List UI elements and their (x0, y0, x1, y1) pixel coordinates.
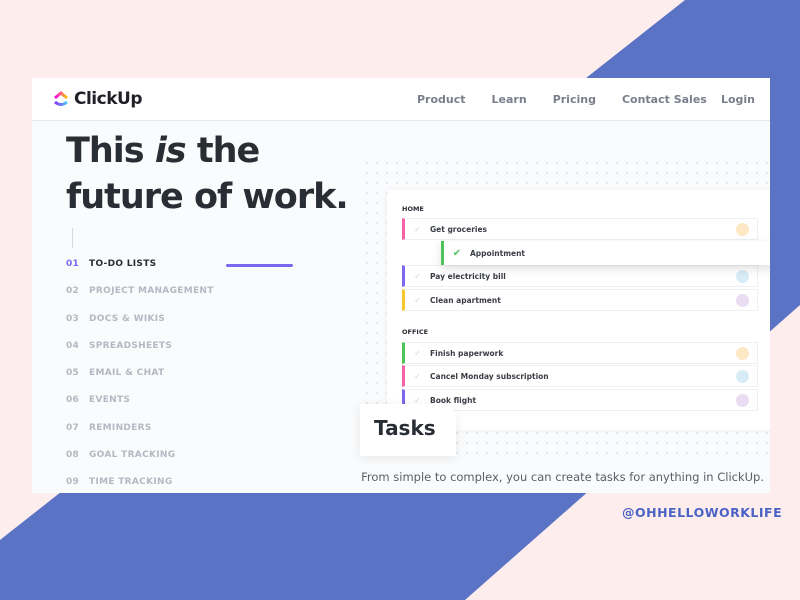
clickup-webpage: ClickUp Product Learn Pricing Contact Sa… (32, 78, 770, 493)
menu-item[interactable]: 09 TIME TRACKING (66, 477, 214, 493)
task-name: Cancel Monday subscription (430, 371, 549, 381)
task-name: Appointment (470, 248, 526, 258)
task-row[interactable]: ✓ Pay electricity bill (402, 265, 758, 287)
brand-name: ClickUp (74, 89, 143, 109)
menu-label: GOAL TRACKING (89, 450, 176, 461)
check-icon[interactable]: ✓ (405, 349, 430, 358)
task-row[interactable]: ✓ Get groceries (402, 218, 758, 240)
menu-label: SPREADSHEETS (89, 340, 173, 351)
hero-text: the (185, 131, 260, 171)
menu-label: EVENTS (89, 395, 131, 406)
check-icon[interactable]: ✓ (405, 272, 430, 281)
avatar (736, 269, 749, 283)
logo[interactable]: ClickUp (52, 89, 143, 109)
section-office: OFFICE (402, 328, 429, 336)
check-icon[interactable]: ✓ (405, 225, 430, 234)
nav-product[interactable]: Product (417, 93, 466, 106)
menu-label: TIME TRACKING (89, 477, 173, 488)
feature-caption: From simple to complex, you can create t… (361, 470, 764, 484)
avatar (736, 222, 749, 236)
menu-item[interactable]: 04 SPREADSHEETS (66, 341, 214, 368)
task-list: HOME OFFICE ✓ Get groceries ✓ Pay electrici… (387, 190, 770, 430)
menu-label: DOCS & WIKIS (89, 313, 166, 324)
menu-label: REMINDERS (89, 422, 152, 433)
avatar (736, 393, 749, 407)
menu-item[interactable]: 08 GOAL TRACKING (66, 450, 214, 477)
menu-number: 05 (66, 368, 80, 379)
avatar (736, 293, 749, 307)
dragged-task[interactable]: ✔ Appointment (441, 241, 770, 265)
menu-number: 09 (66, 477, 80, 488)
task-row[interactable]: ✓ Book flight (402, 389, 758, 411)
task-name: Clean apartment (430, 295, 501, 305)
nav-contact-sales[interactable]: Contact Sales (622, 93, 707, 106)
login-link[interactable]: Login (721, 93, 755, 106)
menu-label: EMAIL & CHAT (89, 368, 165, 379)
divider (72, 228, 73, 248)
menu-item[interactable]: 02 PROJECT MANAGEMENT (66, 286, 214, 313)
avatar (736, 369, 749, 383)
menu-number: 02 (66, 286, 80, 297)
clickup-logo-icon (54, 91, 68, 106)
avatar (736, 346, 749, 360)
check-icon[interactable]: ✓ (405, 372, 430, 381)
task-name: Pay electricity bill (430, 271, 506, 281)
check-icon[interactable]: ✓ (405, 296, 430, 305)
menu-number: 04 (66, 340, 80, 351)
task-row[interactable]: ✓ Cancel Monday subscription (402, 365, 758, 387)
hero-line-2: future of work. (66, 177, 349, 217)
task-name: Get groceries (430, 224, 488, 234)
hero-heading: This is the future of work. (66, 128, 349, 220)
nav-pricing[interactable]: Pricing (553, 93, 596, 106)
check-icon[interactable]: ✔ (444, 248, 470, 259)
hero-emphasis: is (154, 131, 187, 171)
nav-learn[interactable]: Learn (492, 93, 527, 106)
menu-item[interactable]: 05 EMAIL & CHAT (66, 368, 214, 395)
social-handle: @OHHELLOWORKLIFE (622, 505, 783, 520)
feature-title: Tasks (360, 404, 456, 456)
main-nav: Product Learn Pricing Contact Sales (417, 93, 707, 106)
menu-item[interactable]: 06 EVENTS (66, 395, 214, 422)
task-row[interactable]: ✓ Clean apartment (402, 289, 758, 311)
task-name: Finish paperwork (430, 348, 504, 358)
menu-label: TO-DO LISTS (89, 259, 157, 269)
active-indicator (226, 264, 293, 267)
section-home: HOME (402, 205, 424, 213)
menu-number: 07 (66, 422, 80, 433)
header: ClickUp Product Learn Pricing Contact Sa… (32, 78, 770, 121)
menu-number: 03 (66, 313, 80, 324)
menu-number: 08 (66, 450, 80, 461)
menu-item[interactable]: 07 REMINDERS (66, 423, 214, 450)
hero-text: This (66, 131, 155, 171)
task-row[interactable]: ✓ Finish paperwork (402, 342, 758, 364)
menu-number: 01 (66, 259, 80, 269)
menu-item[interactable]: 01 TO-DO LISTS (66, 259, 214, 286)
feature-menu: 01 TO-DO LISTS 02 PROJECT MANAGEMENT 03 DOCS … (66, 259, 214, 493)
menu-item[interactable]: 03 DOCS & WIKIS (66, 314, 214, 341)
menu-label: PROJECT MANAGEMENT (89, 286, 214, 297)
menu-number: 06 (66, 395, 80, 406)
